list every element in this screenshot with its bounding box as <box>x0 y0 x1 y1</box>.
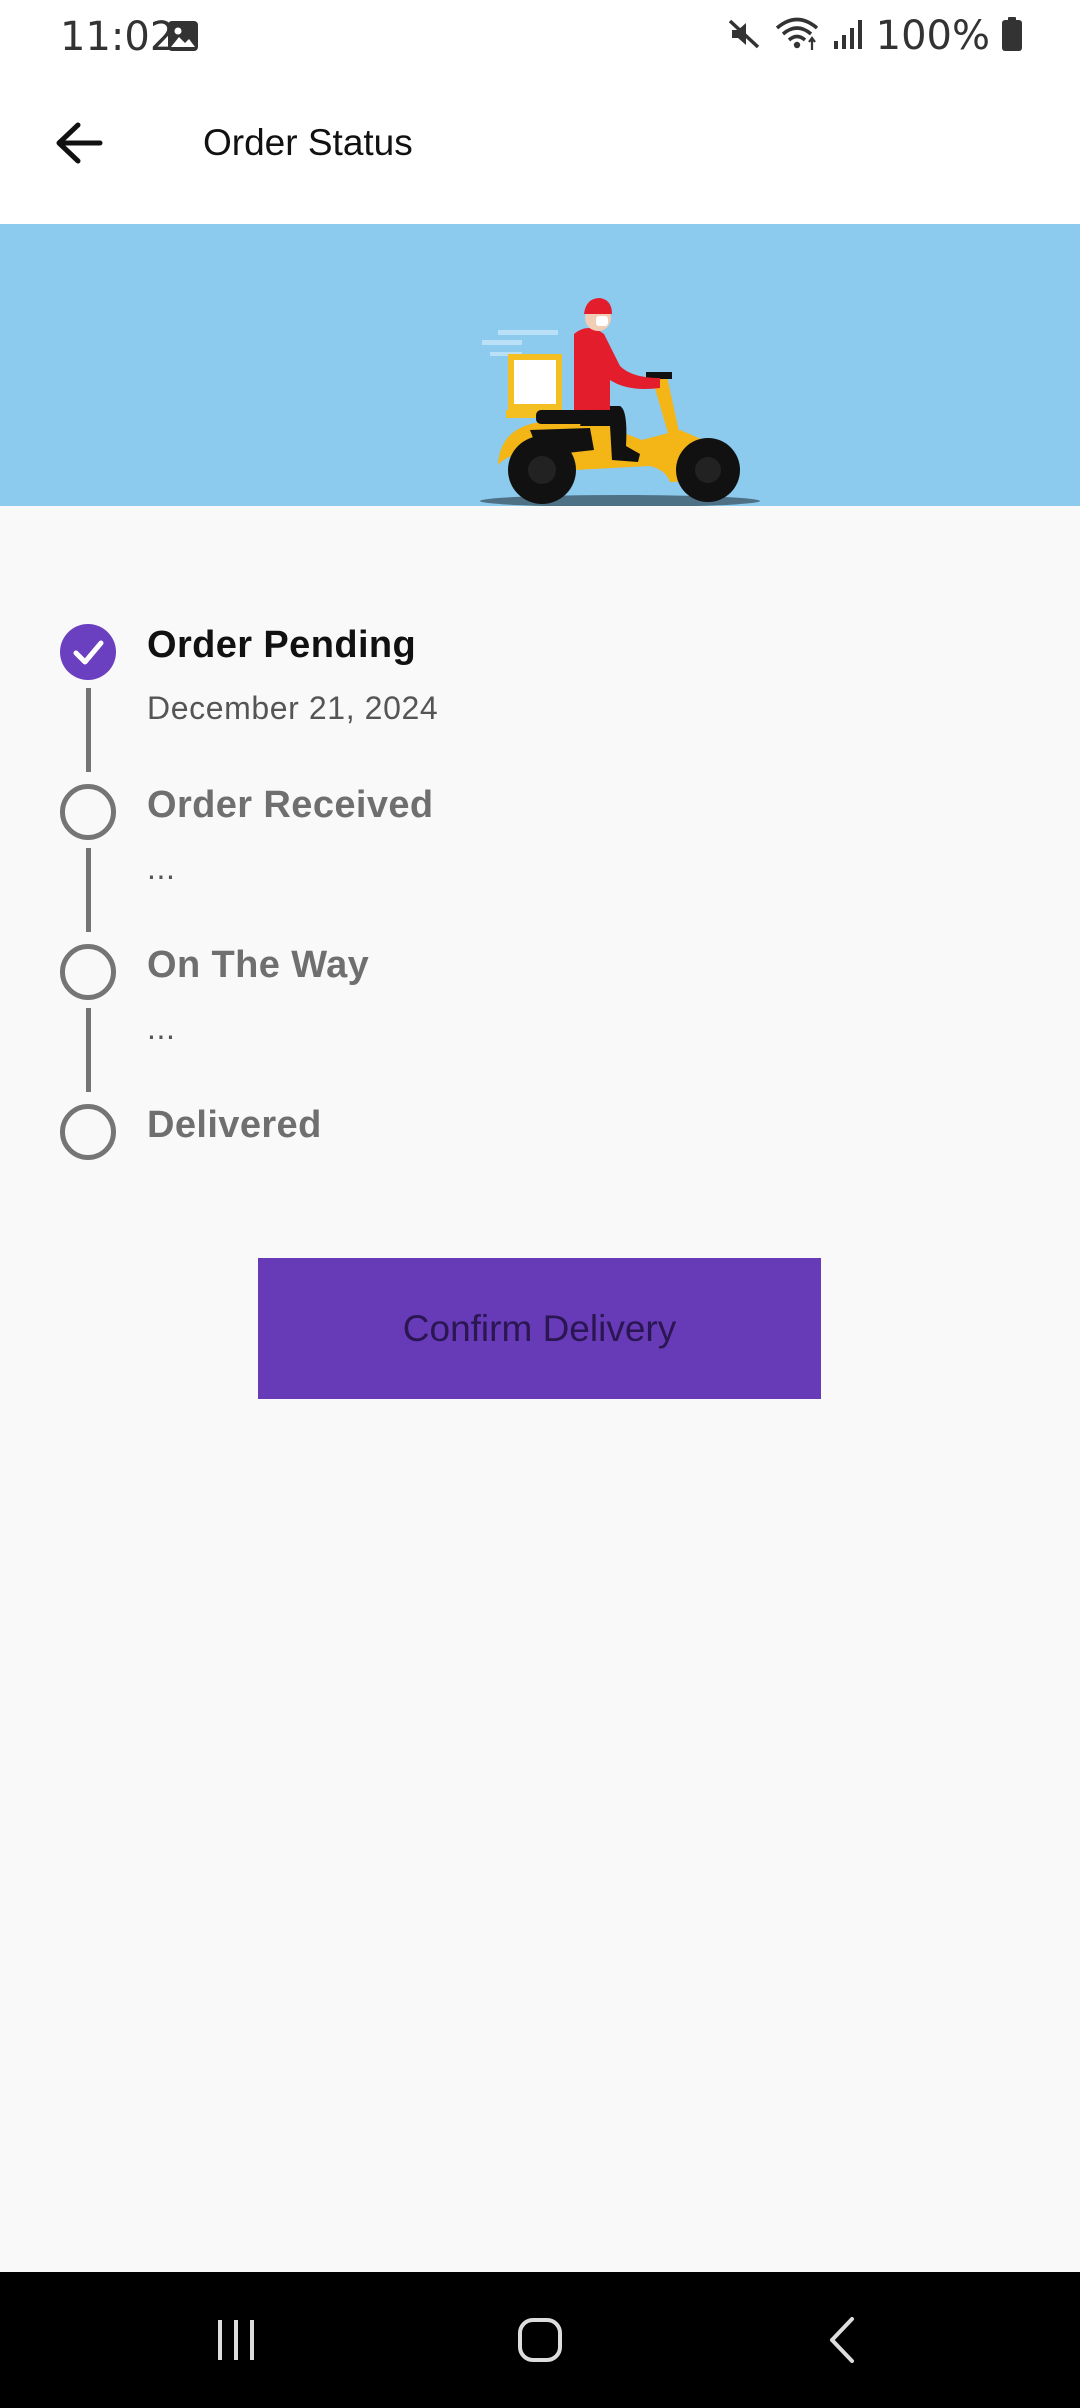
app-bar: Order Status <box>0 72 1080 224</box>
empty-circle-icon <box>60 784 116 840</box>
status-icons: 100% <box>726 13 1022 59</box>
step-title: Order Pending <box>147 624 417 666</box>
delivery-scooter-illustration <box>480 298 760 506</box>
back-icon <box>822 2315 862 2370</box>
confirm-delivery-button[interactable]: Confirm Delivery <box>258 1258 821 1399</box>
empty-circle-icon <box>60 1104 116 1160</box>
battery-icon <box>1002 16 1022 56</box>
step-title: On The Way <box>147 944 370 986</box>
timeline-connector <box>86 688 91 772</box>
timeline-step-delivered: Delivered <box>60 1100 960 1260</box>
signal-icon <box>832 17 864 56</box>
step-title: Delivered <box>147 1104 322 1146</box>
status-bar: 11:02 100% <box>0 0 1080 72</box>
mute-icon <box>726 16 762 57</box>
empty-circle-icon <box>60 944 116 1000</box>
image-icon <box>167 20 199 52</box>
timeline-step-order-pending: Order Pending December 21, 2024 <box>60 620 960 780</box>
hero-banner <box>0 224 1080 506</box>
step-date: December 21, 2024 <box>147 690 439 726</box>
home-icon <box>516 2316 564 2369</box>
step-subtitle: ... <box>147 1010 176 1046</box>
page-title: Order Status <box>203 122 413 163</box>
back-button[interactable] <box>46 112 112 178</box>
arrow-left-icon <box>54 121 104 170</box>
battery-percentage: 100% <box>875 13 990 59</box>
status-time: 11:02 <box>60 14 176 60</box>
system-nav-bar <box>0 2272 1080 2408</box>
wifi-icon <box>774 16 820 57</box>
nav-back-button[interactable] <box>802 2302 882 2382</box>
timeline-connector <box>86 848 91 932</box>
step-title: Order Received <box>147 784 434 826</box>
step-subtitle: ... <box>147 850 176 886</box>
home-button[interactable] <box>500 2302 580 2382</box>
recents-icon <box>212 2318 260 2367</box>
timeline-step-on-the-way: On The Way ... <box>60 940 960 1100</box>
timeline-step-order-received: Order Received ... <box>60 780 960 940</box>
recents-button[interactable] <box>196 2302 276 2382</box>
timeline-connector <box>86 1008 91 1092</box>
check-circle-icon <box>60 624 116 680</box>
